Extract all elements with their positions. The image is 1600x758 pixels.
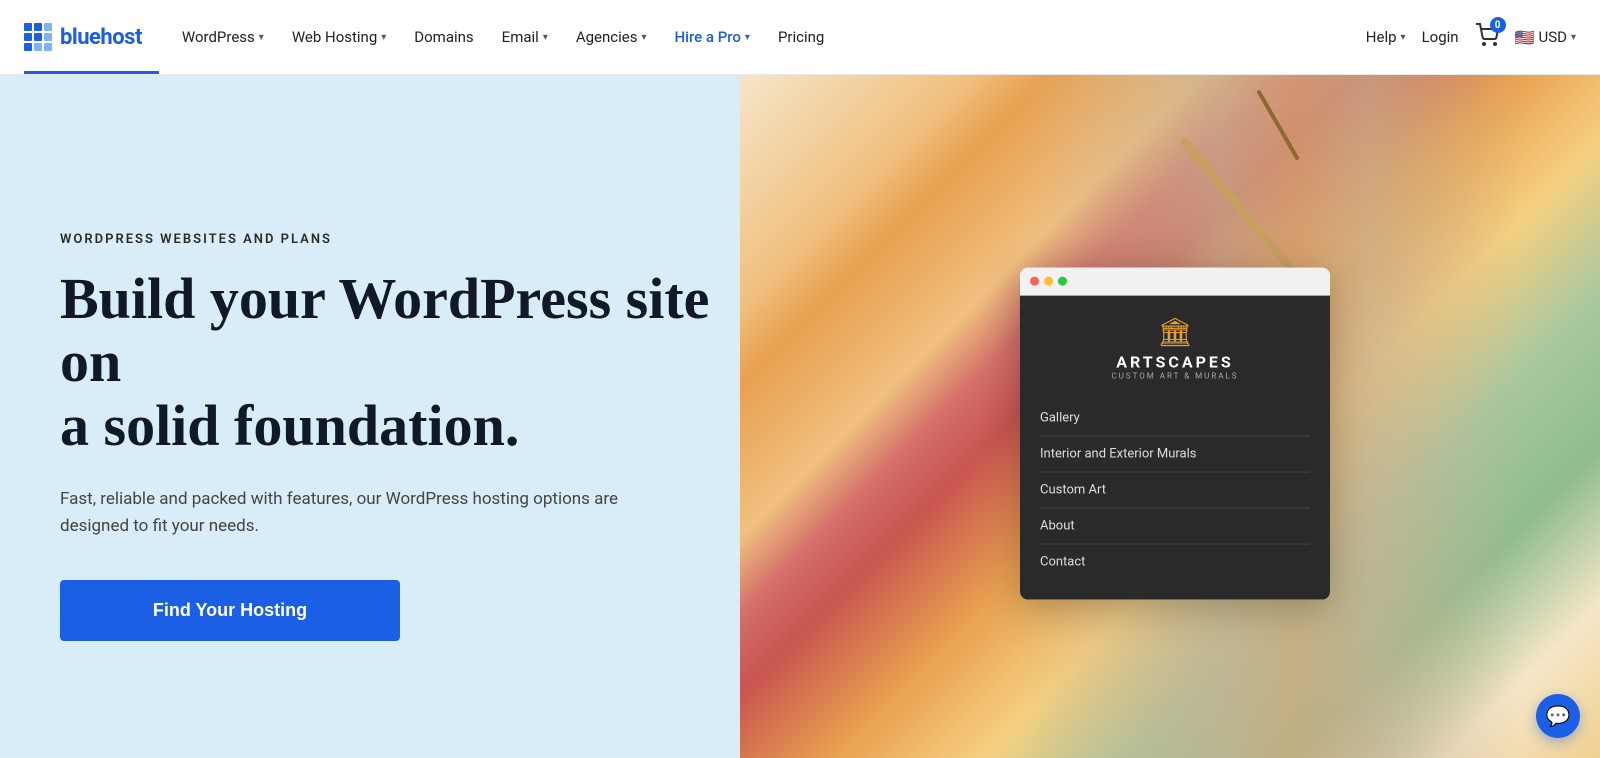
chevron-down-icon: ▾: [259, 32, 264, 43]
hero-section: WORDPRESS WEBSITES AND PLANS Build your …: [0, 75, 1600, 758]
menu-item-about: About: [1040, 508, 1310, 544]
navbar: bluehost WordPress ▾ Web Hosting ▾ Domai…: [0, 0, 1600, 75]
logo-dot: [44, 33, 52, 41]
nav-item-wordpress[interactable]: WordPress ▾: [170, 20, 276, 54]
chat-button[interactable]: 💬: [1536, 694, 1580, 738]
logo-dot: [44, 23, 52, 31]
nav-item-hire-a-pro[interactable]: Hire a Pro ▾: [663, 20, 762, 54]
currency-selector[interactable]: 🇺🇸 USD ▾: [1515, 28, 1576, 47]
nav-item-domains[interactable]: Domains: [402, 20, 485, 54]
login-button[interactable]: Login: [1422, 28, 1459, 46]
nav-items: WordPress ▾ Web Hosting ▾ Domains Email …: [170, 20, 1366, 54]
browser-close-dot: [1030, 277, 1039, 286]
chevron-down-icon: ▾: [745, 32, 750, 43]
cart-badge: 0: [1490, 17, 1506, 33]
hero-eyebrow: WORDPRESS WEBSITES AND PLANS: [60, 232, 720, 247]
hero-content: WORDPRESS WEBSITES AND PLANS Build your …: [0, 75, 780, 758]
artscapes-sub: CUSTOM ART & MURALS: [1111, 371, 1238, 380]
menu-item-contact: Contact: [1040, 544, 1310, 579]
artscapes-name: ARTSCAPES: [1116, 352, 1234, 371]
artscapes-house-icon: 🏛: [1157, 315, 1193, 348]
artscapes-logo: 🏛 ARTSCAPES CUSTOM ART & MURALS: [1040, 315, 1310, 380]
chevron-down-icon: ▾: [543, 32, 548, 43]
navbar-underline-indicator: [24, 71, 159, 74]
chevron-down-icon: ▾: [1401, 32, 1406, 43]
menu-item-murals: Interior and Exterior Murals: [1040, 436, 1310, 472]
menu-item-gallery: Gallery: [1040, 400, 1310, 436]
find-hosting-button[interactable]: Find Your Hosting: [60, 580, 400, 641]
chevron-down-icon: ▾: [1571, 32, 1576, 43]
nav-item-agencies[interactable]: Agencies ▾: [564, 20, 659, 54]
logo[interactable]: bluehost: [24, 23, 142, 51]
logo-dot: [24, 23, 32, 31]
nav-item-pricing[interactable]: Pricing: [766, 20, 836, 54]
logo-grid-icon: [24, 23, 52, 51]
logo-dot: [34, 33, 42, 41]
nav-right: Help ▾ Login 0 🇺🇸 USD ▾: [1366, 23, 1576, 51]
logo-dot: [34, 23, 42, 31]
browser-minimize-dot: [1044, 277, 1053, 286]
nav-item-email[interactable]: Email ▾: [490, 20, 560, 54]
flag-icon: 🇺🇸: [1515, 28, 1535, 47]
menu-item-custom-art: Custom Art: [1040, 472, 1310, 508]
logo-dot: [24, 43, 32, 51]
nav-item-web-hosting[interactable]: Web Hosting ▾: [280, 20, 398, 54]
artscapes-browser-mockup: 🏛 ARTSCAPES CUSTOM ART & MURALS Gallery …: [1020, 267, 1330, 599]
logo-text: bluehost: [60, 25, 142, 50]
chevron-down-icon: ▾: [381, 32, 386, 43]
artscapes-menu: Gallery Interior and Exterior Murals Cus…: [1040, 400, 1310, 579]
chevron-down-icon: ▾: [641, 32, 646, 43]
logo-dot: [24, 33, 32, 41]
help-menu[interactable]: Help ▾: [1366, 28, 1406, 46]
logo-dot: [44, 43, 52, 51]
browser-bar: [1020, 267, 1330, 295]
browser-maximize-dot: [1058, 277, 1067, 286]
browser-content: 🏛 ARTSCAPES CUSTOM ART & MURALS Gallery …: [1020, 295, 1330, 599]
cart-button[interactable]: 0: [1475, 23, 1499, 51]
chat-icon: 💬: [1546, 704, 1571, 728]
hero-title: Build your WordPress site on a solid fou…: [60, 267, 720, 458]
hero-subtitle: Fast, reliable and packed with features,…: [60, 486, 640, 540]
logo-dot: [34, 43, 42, 51]
